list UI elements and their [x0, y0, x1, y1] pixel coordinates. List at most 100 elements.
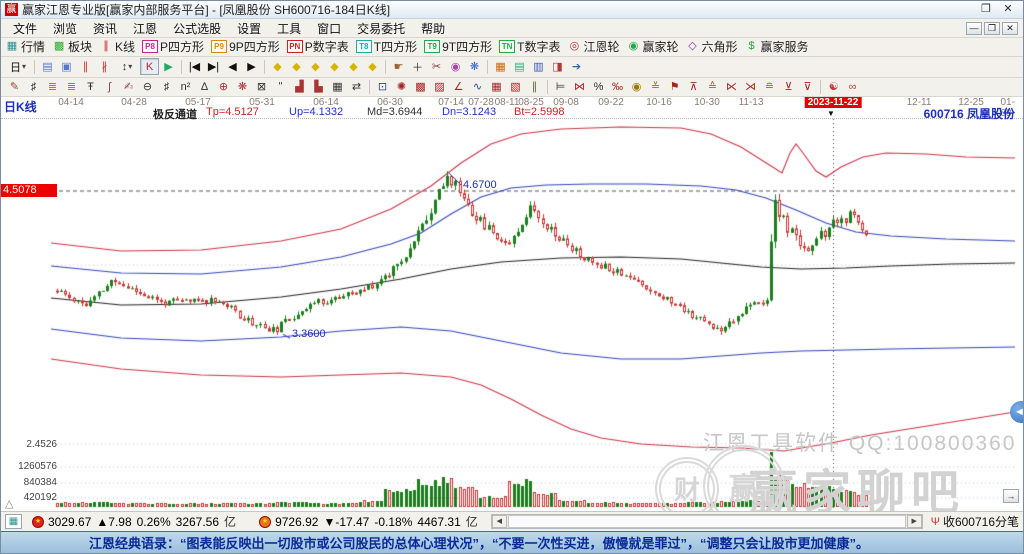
- t-number-table-button[interactable]: TNT数字表: [499, 38, 560, 55]
- sector-button[interactable]: ▩板块: [52, 38, 92, 55]
- gann-diamond-v-button[interactable]: ◆: [344, 58, 363, 75]
- box-dot-tool[interactable]: ⊡: [373, 78, 392, 95]
- bar-chart-b-icon[interactable]: ∦: [95, 58, 114, 75]
- menu-item-工具[interactable]: 工具: [269, 18, 309, 39]
- n2-tool[interactable]: n²: [176, 78, 195, 95]
- box-x-tool[interactable]: ⊠: [252, 78, 271, 95]
- fan-tool[interactable]: ✺: [392, 78, 411, 95]
- grid-gold-tool-1[interactable]: ≣: [43, 78, 62, 95]
- restore-button[interactable]: ❐: [975, 2, 997, 17]
- angle-line-tool[interactable]: ∠: [449, 78, 468, 95]
- color-triangle-icon[interactable]: ▶: [159, 58, 178, 75]
- calculator-button[interactable]: ▤: [510, 58, 529, 75]
- gann-diamond-left-button[interactable]: ◆: [268, 58, 287, 75]
- red-grid-tool-3[interactable]: ▦: [487, 78, 506, 95]
- red-grid-tool-2[interactable]: ▨: [430, 78, 449, 95]
- circle-cross-tool[interactable]: ⊕: [214, 78, 233, 95]
- fund-tool-button[interactable]: ◉: [446, 58, 465, 75]
- flower-tool[interactable]: ❋: [233, 78, 252, 95]
- scroll-right-button[interactable]: ▶: [907, 515, 922, 528]
- pencil-tool[interactable]: ✎: [5, 78, 24, 95]
- scale-dropdown[interactable]: ↕: [114, 58, 140, 75]
- span-tool[interactable]: ⇄: [347, 78, 366, 95]
- gann-diamond-h-button[interactable]: ◆: [306, 58, 325, 75]
- t-square-button[interactable]: T8T四方形: [356, 38, 417, 55]
- market-grid-button[interactable]: ▦: [5, 514, 22, 529]
- ruler-tool[interactable]: Ŧ: [81, 78, 100, 95]
- gold-line-tool[interactable]: ≚: [646, 78, 665, 95]
- nine-p-square-button[interactable]: P99P四方形: [211, 38, 280, 55]
- gann-diamond-x-button[interactable]: ◆: [325, 58, 344, 75]
- next-bar-button[interactable]: ▶: [242, 58, 261, 75]
- parallel-tool[interactable]: ∥: [525, 78, 544, 95]
- menu-item-帮助[interactable]: 帮助: [413, 18, 453, 39]
- calendar-button[interactable]: ▦: [491, 58, 510, 75]
- level-tool[interactable]: ⊨: [551, 78, 570, 95]
- gold-circle-tool[interactable]: ◉: [627, 78, 646, 95]
- gann-diamond-right-button[interactable]: ◆: [287, 58, 306, 75]
- scroll-left-button[interactable]: ◀: [492, 515, 507, 528]
- menu-item-资讯[interactable]: 资讯: [85, 18, 125, 39]
- winner-wheel-button[interactable]: ◉赢家轮: [626, 38, 678, 55]
- zone-line-tool[interactable]: ⊽: [798, 78, 817, 95]
- menu-item-公式选股[interactable]: 公式选股: [165, 18, 229, 39]
- gold-fan-tool[interactable]: ≙: [703, 78, 722, 95]
- menu-item-文件[interactable]: 文件: [5, 18, 45, 39]
- menu-item-交易委托[interactable]: 交易委托: [349, 18, 413, 39]
- monitor-button[interactable]: ◨: [548, 58, 567, 75]
- kline-style-button[interactable]: K: [140, 58, 159, 75]
- draw-hand-tool[interactable]: ✍: [119, 78, 138, 95]
- menu-item-浏览[interactable]: 浏览: [45, 18, 85, 39]
- scrollbar-thumb[interactable]: [508, 515, 906, 528]
- chart-scrollbar[interactable]: ◀ ▶: [491, 514, 923, 529]
- p-square-button[interactable]: P8P四方形: [142, 38, 204, 55]
- angle-tool[interactable]: ∆: [195, 78, 214, 95]
- quote-tool[interactable]: ʺ: [271, 78, 290, 95]
- gann-diamond-vv-button[interactable]: ◆: [363, 58, 382, 75]
- mdi-close-button[interactable]: ✕: [1002, 22, 1018, 35]
- hash2-tool[interactable]: ♯: [157, 78, 176, 95]
- split-line-tool[interactable]: ⊼: [684, 78, 703, 95]
- spiral-tool[interactable]: ʃ: [100, 78, 119, 95]
- infinity-tool[interactable]: ∞: [843, 78, 862, 95]
- red-grid-tool-4[interactable]: ▧: [506, 78, 525, 95]
- chart-mini-button[interactable]: →: [1003, 489, 1019, 503]
- close-button[interactable]: ✕: [997, 2, 1019, 17]
- menu-item-江恩[interactable]: 江恩: [125, 18, 165, 39]
- cut-tool-button[interactable]: ✂: [427, 58, 446, 75]
- save-button[interactable]: ▥: [529, 58, 548, 75]
- last-bar-button[interactable]: ▶|: [204, 58, 223, 75]
- transfer-button[interactable]: ➔: [567, 58, 586, 75]
- winner-service-button[interactable]: $赢家服务: [745, 38, 809, 55]
- first-bar-button[interactable]: |◀: [185, 58, 204, 75]
- menu-item-设置[interactable]: 设置: [229, 18, 269, 39]
- split-screen-icon[interactable]: ▤: [38, 58, 57, 75]
- kline-button[interactable]: ∥K线: [99, 38, 135, 55]
- mdi-restore-button[interactable]: ❐: [984, 22, 1000, 35]
- cycle-tool[interactable]: ⊖: [138, 78, 157, 95]
- grid-tool[interactable]: ▦: [328, 78, 347, 95]
- menu-item-窗口[interactable]: 窗口: [309, 18, 349, 39]
- p-number-table-button[interactable]: PNP数字表: [287, 38, 349, 55]
- crosshair-tool-button[interactable]: ＋: [408, 58, 427, 75]
- hexagon-button[interactable]: ◇六角形: [686, 38, 738, 55]
- yinyang-tool[interactable]: ☯: [824, 78, 843, 95]
- gann-wheel-button[interactable]: ◎江恩轮: [567, 38, 619, 55]
- burst-tool-button[interactable]: ❋: [465, 58, 484, 75]
- flag-tool[interactable]: ⚑: [665, 78, 684, 95]
- prev-bar-button[interactable]: ◀: [223, 58, 242, 75]
- percent-line-tool[interactable]: ‰: [608, 78, 627, 95]
- bar-chart-a-icon[interactable]: ∥: [76, 58, 95, 75]
- period-day-dropdown[interactable]: 日: [5, 58, 31, 75]
- ratio-tool[interactable]: ⋈: [570, 78, 589, 95]
- red-grid-tool-1[interactable]: ▩: [411, 78, 430, 95]
- mdi-minimize-button[interactable]: —: [966, 22, 982, 35]
- market-quote-button[interactable]: ▦行情: [5, 38, 45, 55]
- right-fan-tool[interactable]: ⋊: [741, 78, 760, 95]
- panel-expander-button[interactable]: ◄: [1010, 401, 1023, 423]
- percent-tool[interactable]: %: [589, 78, 608, 95]
- gold-box-tool[interactable]: ≘: [760, 78, 779, 95]
- hand-tool-button[interactable]: ☛: [389, 58, 408, 75]
- hash-tool[interactable]: ♯: [24, 78, 43, 95]
- nine-t-square-button[interactable]: T99T四方形: [424, 38, 492, 55]
